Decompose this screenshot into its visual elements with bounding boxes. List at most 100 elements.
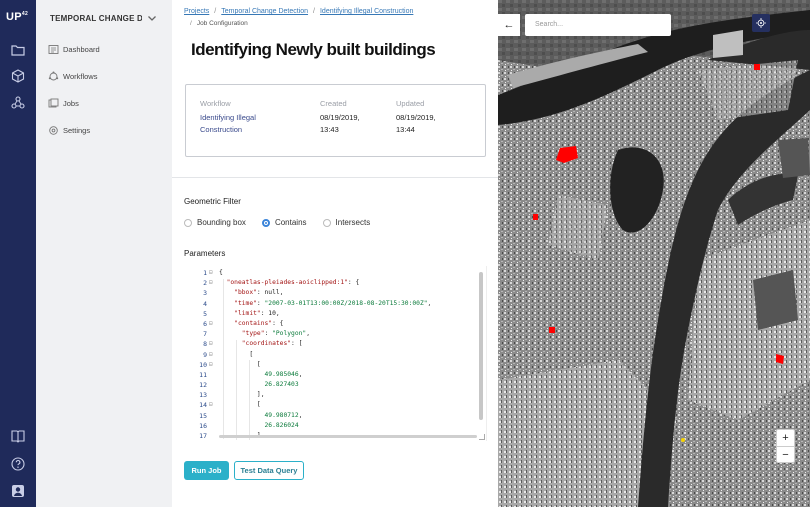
json-code[interactable]: { "oneatlas-pleiades-aoiclipped:1": { "b…: [219, 268, 431, 441]
code-line: "contains": {: [234, 319, 284, 327]
chevron-down-icon[interactable]: [146, 11, 158, 23]
geometric-filter-title: Geometric Filter: [184, 197, 241, 206]
logo[interactable]: UP42: [6, 11, 28, 23]
line-number: 9: [203, 350, 207, 359]
line-number: 2: [203, 279, 207, 288]
sidebar-item-workflows[interactable]: Workflows: [48, 71, 97, 82]
radio-button[interactable]: [261, 218, 270, 227]
detection-marker[interactable]: [754, 64, 760, 70]
line-number: 1: [203, 269, 207, 277]
map-view[interactable]: ← Search... + −: [498, 0, 810, 507]
line-number: 17: [199, 432, 207, 440]
radio-button[interactable]: [184, 218, 192, 227]
radio-bounding-box[interactable]: Bounding box: [184, 218, 246, 227]
zoom-out-button[interactable]: −: [777, 446, 794, 462]
cube-icon[interactable]: [10, 68, 26, 84]
divider: [172, 177, 498, 178]
line-number: 12: [199, 381, 207, 390]
code-line: "type": "Polygon",: [241, 330, 311, 338]
line-number: 13: [199, 391, 207, 400]
code-line: 49.985046,: [264, 370, 303, 378]
book-icon[interactable]: [10, 428, 26, 444]
line-numbers: 1 2 3 4 5 6 7 8 9 10 11 12 13 14 15 16 17: [185, 268, 207, 441]
geometric-filter-options: Bounding box Contains Intersects: [184, 218, 386, 227]
breadcrumb-workflow[interactable]: Identifying Illegal Construction: [320, 8, 413, 15]
updated-info: Updated 08/19/2019, 13:44: [396, 99, 436, 134]
zoom-control: + −: [776, 429, 795, 463]
project-name[interactable]: TEMPORAL CHANGE DETE: [50, 14, 142, 23]
breadcrumb-project[interactable]: Temporal Change Detection: [221, 8, 308, 15]
line-number: 14: [199, 401, 207, 410]
page-title: Identifying Newly built buildings: [191, 40, 436, 59]
app-rail: UP42: [0, 0, 36, 507]
sidebar-item-settings[interactable]: Settings: [48, 125, 90, 136]
line-number: 16: [199, 421, 207, 430]
sidebar-item-label: Workflows: [63, 72, 98, 81]
fold-icon[interactable]: ⊟: [209, 339, 217, 349]
code-line: ],: [219, 391, 265, 399]
code-line: "coordinates": [: [241, 340, 303, 348]
horizontal-scrollbar[interactable]: [219, 435, 477, 438]
detection-marker[interactable]: [549, 327, 555, 333]
sidebar-item-dashboard[interactable]: Dashboard: [48, 44, 100, 55]
line-number: 6: [203, 319, 207, 328]
workflow-info: Workflow Identifying Illegal Construction: [200, 99, 256, 136]
code-line: [: [219, 360, 261, 368]
workflow-link[interactable]: Identifying Illegal Construction: [200, 112, 256, 136]
radio-intersects[interactable]: Intersects: [322, 218, 370, 227]
code-line: "bbox": null,: [234, 289, 284, 297]
back-button[interactable]: ←: [498, 14, 520, 36]
breadcrumb-current: / Job Configuration: [190, 20, 248, 27]
fold-icon[interactable]: ⊟: [209, 350, 217, 360]
map-search-input[interactable]: Search...: [525, 14, 671, 36]
radio-button[interactable]: [322, 218, 331, 227]
json-editor[interactable]: 1 2 3 4 5 6 7 8 9 10 11 12 13 14 15 16 17 ⊟ ⊟ ⊟ ⊟ ⊟ ⊟ ⊟ …: [185, 266, 487, 441]
code-line: 26.827403: [264, 381, 299, 389]
fold-icon[interactable]: ⊟: [209, 400, 217, 410]
code-line: "time": "2007-03-01T13:00:00Z/2018-08-20…: [234, 299, 432, 307]
help-icon[interactable]: [10, 456, 26, 472]
code-line: "oneatlas-pleiades-aoiclipped:1": {: [226, 279, 360, 287]
sidebar-item-label: Dashboard: [63, 45, 100, 54]
resize-handle[interactable]: [479, 434, 485, 440]
job-info-card: Workflow Identifying Illegal Construction…: [185, 84, 486, 157]
job-configuration-panel: Projects / Temporal Change Detection / Ident…: [172, 0, 498, 507]
line-number: 11: [199, 370, 207, 379]
nodes-icon[interactable]: [10, 95, 26, 111]
created-info: Created 08/19/2019, 13:43: [320, 99, 360, 134]
test-data-query-button[interactable]: Test Data Query: [234, 461, 304, 480]
line-number: 7: [203, 330, 207, 339]
breadcrumb: Projects / Temporal Change Detection / Ident…: [184, 8, 414, 15]
radio-contains[interactable]: Contains: [261, 218, 307, 227]
code-line: 26.826024: [264, 421, 299, 429]
line-number: 3: [203, 289, 207, 298]
fold-markers: ⊟ ⊟ ⊟ ⊟ ⊟ ⊟ ⊟: [209, 268, 217, 441]
folder-icon[interactable]: [10, 42, 26, 58]
crosshair-icon: [756, 18, 766, 28]
fold-icon[interactable]: ⊟: [209, 319, 217, 329]
sidebar-item-label: Settings: [63, 126, 91, 135]
code-line: {: [219, 269, 223, 276]
fold-icon[interactable]: ⊟: [209, 360, 217, 370]
detection-marker[interactable]: [533, 214, 538, 220]
user-icon[interactable]: [10, 483, 26, 499]
fold-icon[interactable]: ⊟: [209, 278, 217, 288]
zoom-in-button[interactable]: +: [777, 430, 794, 446]
settings-icon: [48, 125, 59, 136]
parameters-title: Parameters: [184, 249, 226, 258]
fold-icon[interactable]: ⊟: [209, 268, 217, 278]
run-job-button[interactable]: Run Job: [184, 461, 229, 480]
breadcrumb-projects[interactable]: Projects: [184, 8, 209, 15]
dashboard-icon: [48, 44, 59, 55]
arrow-left-icon: ←: [503, 19, 515, 31]
locate-button[interactable]: [752, 14, 770, 32]
project-sidebar: TEMPORAL CHANGE DETE Dashboard Workflows…: [36, 0, 172, 507]
map-point[interactable]: [681, 438, 685, 442]
line-number: 8: [203, 340, 207, 349]
code-line: [: [219, 401, 261, 409]
sidebar-item-label: Jobs: [63, 99, 79, 108]
vertical-scrollbar[interactable]: [479, 272, 483, 420]
sidebar-item-jobs[interactable]: Jobs: [48, 98, 79, 109]
line-number: 10: [199, 360, 207, 369]
line-number: 5: [203, 309, 207, 318]
